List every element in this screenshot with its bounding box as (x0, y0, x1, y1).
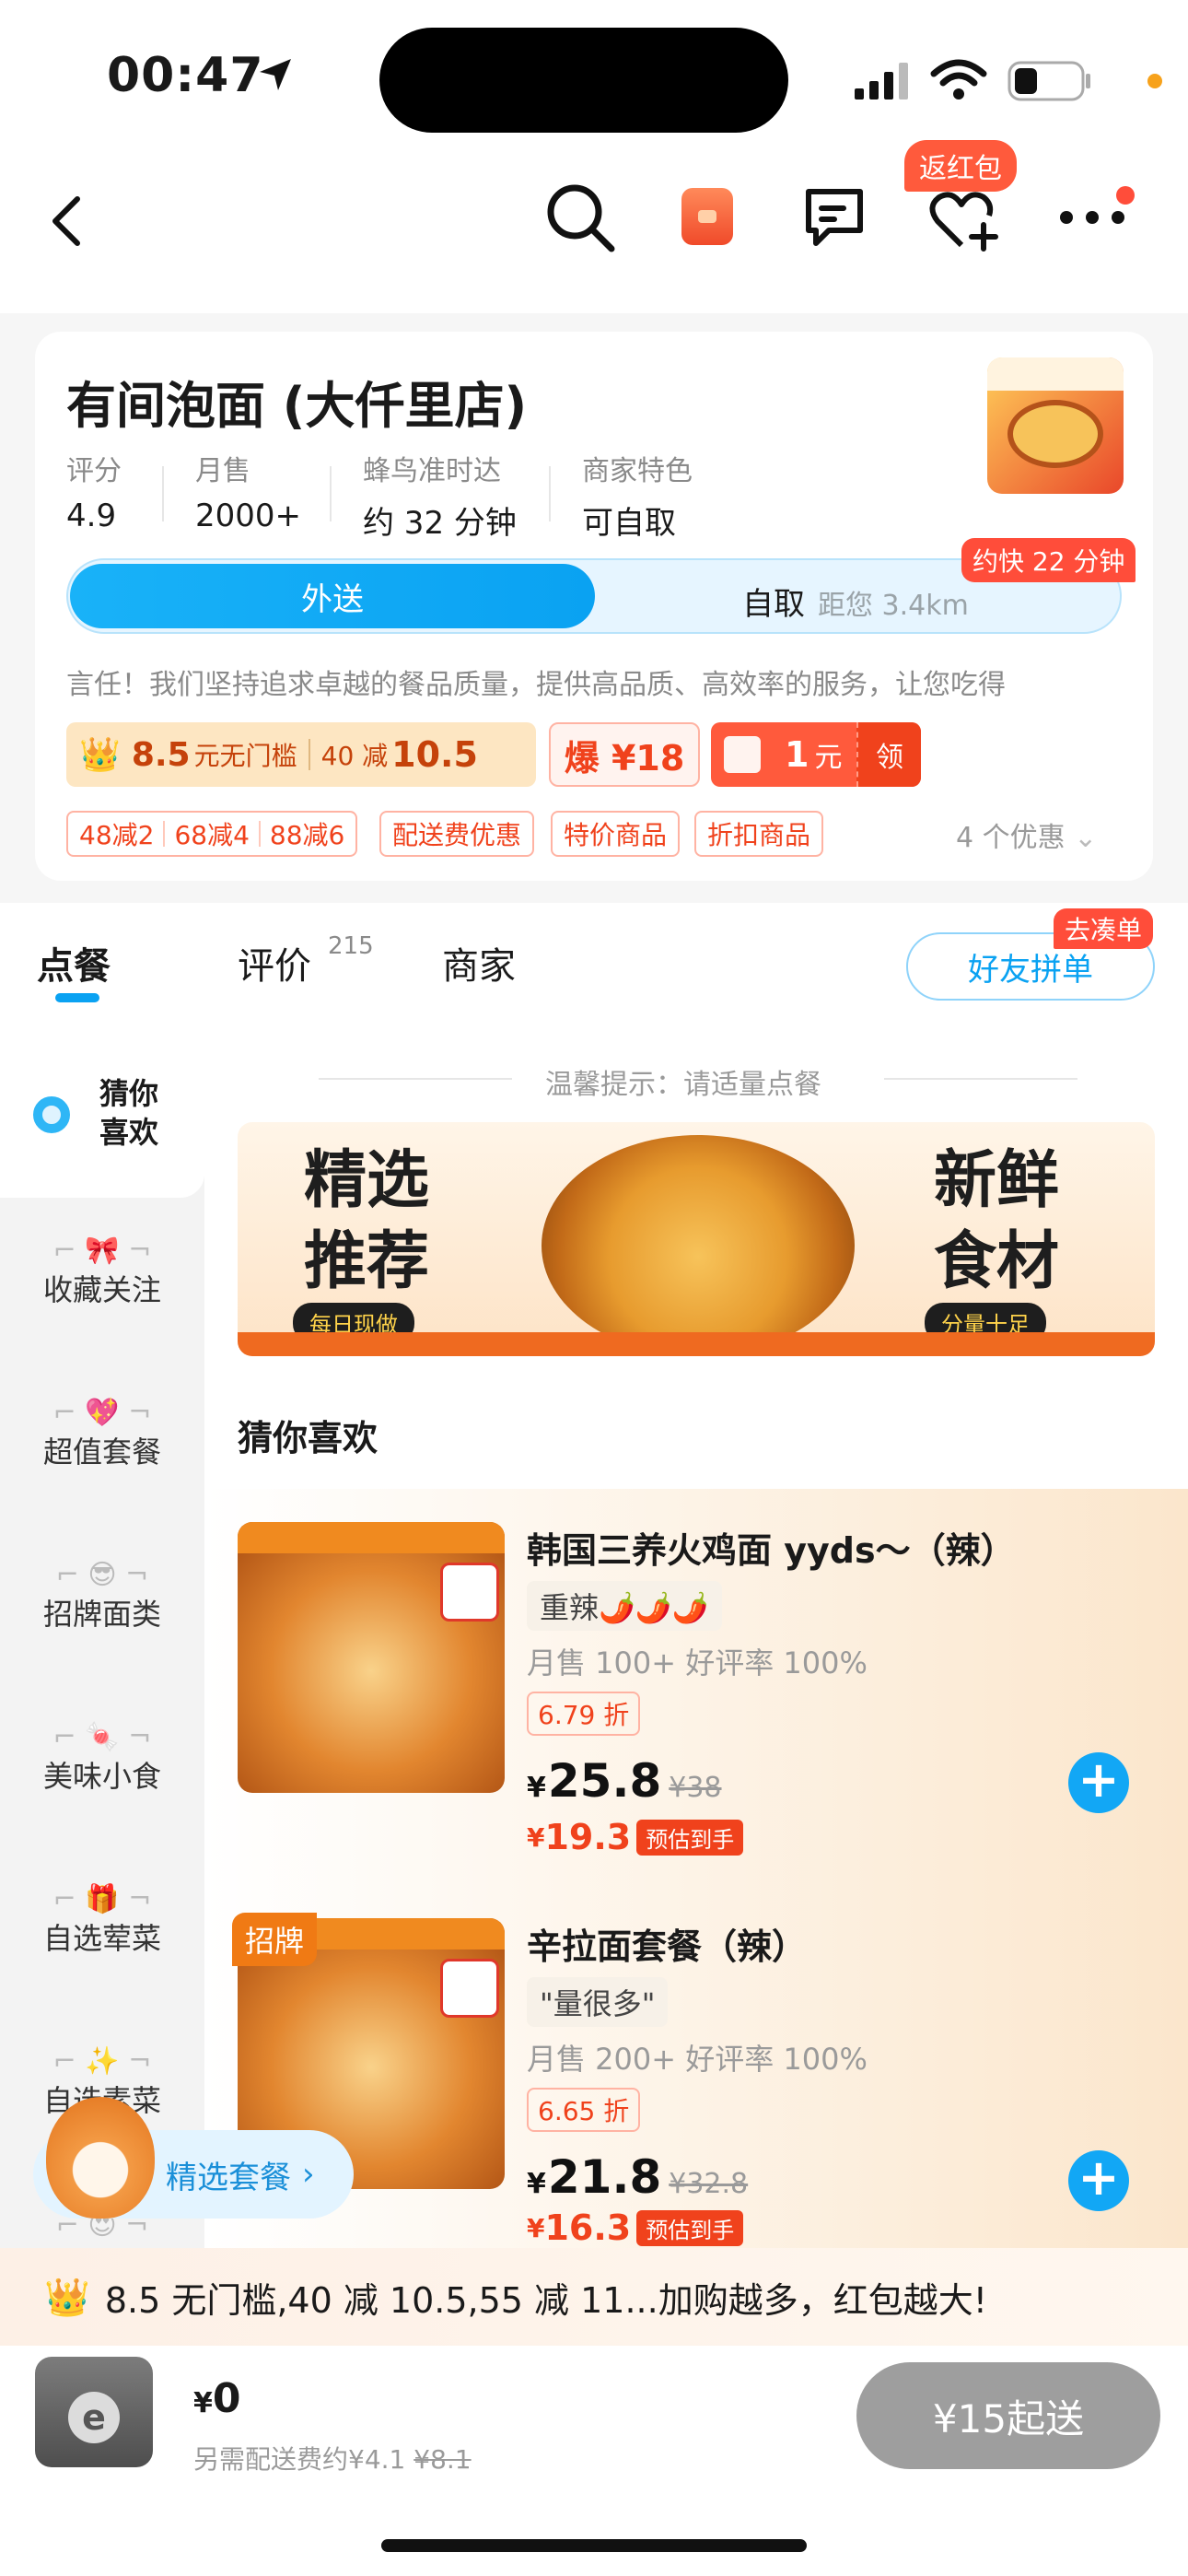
stat-feature: 商家特色 可自取 (582, 455, 693, 542)
sidebar-item-guess[interactable]: 猜你喜欢 (99, 1074, 173, 1152)
sidebar-item-meat[interactable]: ⌐ 🎁 ¬ 自选荤菜 (0, 1883, 204, 1958)
product-est-price: ¥19.3 预估到手 (527, 1817, 744, 1857)
product-name[interactable]: 韩国三养火鸡面 yyds～（辣） (527, 1522, 1016, 1573)
favorite-icon[interactable] (928, 188, 1000, 252)
faster-tag: 约快 22 分钟 (961, 538, 1136, 582)
cart-icon[interactable]: e (35, 2357, 153, 2467)
more-icon[interactable] (1057, 208, 1127, 227)
sidebar-item-favorites[interactable]: ⌐ 🎀 ¬ 收藏关注 (0, 1235, 204, 1309)
signal-icon (855, 63, 908, 100)
shop-slogan: 言任！我们坚持追求卓越的餐品质量，提供高品质、高效率的服务，让您吃得 (66, 669, 1006, 701)
tab-indicator (55, 993, 99, 1002)
dynamic-island (379, 28, 788, 133)
pickup-distance: 距您 3.4km (818, 590, 969, 622)
home-indicator (381, 2539, 807, 2552)
go-tag: 去凑单 (1054, 908, 1154, 949)
product-note: "量很多" (527, 1977, 669, 2027)
promo-tag[interactable]: 配送费优惠 (379, 811, 535, 857)
gift-icon: ⌐ 🎁 ¬ (52, 1883, 152, 1915)
stat-divider (549, 466, 551, 521)
sparkle-icon: ⌐ ✨ ¬ (52, 2045, 152, 2078)
shop-logo[interactable] (987, 357, 1124, 494)
delivery-tab[interactable]: 外送 (70, 564, 595, 628)
combo-shortcut[interactable]: 精选套餐 › (33, 2097, 354, 2219)
tip-text: 温馨提示：请适量点餐 (545, 1069, 821, 1101)
product-image[interactable] (238, 1522, 505, 1793)
back-icon[interactable] (46, 193, 87, 249)
search-icon[interactable] (543, 181, 617, 254)
product-sales: 月售 100+ 好评率 100% (527, 1645, 868, 1680)
product-price: ¥25.8 ¥38 (527, 1754, 722, 1808)
location-icon (260, 59, 291, 90)
battery-icon (1007, 61, 1090, 101)
reviews-count: 215 (328, 932, 374, 960)
tip-divider (319, 1078, 512, 1080)
shop-name: 有间泡面 (大仟里店) (66, 377, 528, 435)
signature-badge: 招牌 (232, 1913, 318, 1966)
member-coupon[interactable]: 👑 8.5 元无门槛 40 减 10.5 (66, 722, 536, 787)
tab-merchant[interactable]: 商家 (442, 936, 516, 989)
sunglasses-icon: ⌐ 😎 ¬ (55, 1559, 149, 1591)
pickup-tab[interactable]: 自取 距您 3.4km (742, 579, 969, 624)
mascot-icon (46, 2097, 155, 2219)
noodle-pot-image (542, 1135, 855, 1356)
min-order-button[interactable]: ¥15起送 (856, 2362, 1160, 2469)
tip-divider (884, 1078, 1077, 1080)
cart-total: ¥0 (193, 2375, 241, 2422)
product-discount: 6.65 折 (527, 2088, 641, 2132)
candy-icon: ⌐ 🍬 ¬ (52, 1721, 152, 1753)
stat-divider (330, 466, 332, 521)
hot-coupon[interactable]: 爆 ¥18 (549, 722, 700, 787)
message-icon[interactable] (801, 184, 868, 251)
tab-order[interactable]: 点餐 (37, 936, 111, 989)
chevron-down-icon: ⌄ (1074, 822, 1098, 854)
product-est-price: ¥16.3 预估到手 (527, 2207, 744, 2248)
sidebar-item-combo[interactable]: ⌐ 💖 ¬ 超值套餐 (0, 1397, 204, 1471)
banner-right-text: 新鲜 食材 (934, 1144, 1060, 1298)
red-packet-icon[interactable] (681, 188, 733, 245)
promo-tag[interactable]: 特价商品 (551, 811, 681, 857)
sidebar-item-noodles[interactable]: ⌐ 😎 ¬ 招牌面类 (0, 1559, 204, 1633)
sidebar-item-snacks[interactable]: ⌐ 🍬 ¬ 美味小食 (0, 1721, 204, 1796)
claim-button[interactable]: 领 (856, 722, 921, 787)
discount-tag-group[interactable]: 48减2 68减4 88减6 (66, 811, 358, 857)
section-title: 猜你喜欢 (238, 1418, 379, 1458)
cash-coupon[interactable]: 1 元 领 (711, 722, 921, 787)
stat-rating: 评分 4.9 (66, 455, 122, 534)
promo-tag[interactable]: 折扣商品 (694, 811, 824, 857)
bow-icon: ⌐ 🎀 ¬ (52, 1235, 152, 1267)
banner-left-text: 精选 推荐 (304, 1144, 430, 1298)
recording-dot (1147, 74, 1162, 88)
promo-bar: 👑 8.5 无门槛,40 减 10.5,55 减 11...加购越多，红包越大! (0, 2248, 1188, 2346)
stat-divider (162, 466, 164, 521)
crown-icon: 👑 (44, 2276, 90, 2319)
status-time: 00:47 (107, 48, 264, 103)
promo-banner[interactable]: 精选 推荐 每日现做 新鲜 食材 分量十足 (238, 1122, 1155, 1356)
chevron-right-icon: › (302, 2156, 315, 2193)
add-to-cart-button[interactable]: + (1068, 1752, 1129, 1813)
stat-delivery-time: 蜂鸟准时达约 32 分钟 (363, 455, 517, 542)
heart-icon: ⌐ 💖 ¬ (52, 1397, 152, 1429)
stat-monthly-sales: 月售 2000+ (195, 455, 302, 534)
product-price: ¥21.8 ¥32.8 (527, 2150, 749, 2204)
notification-dot (1116, 186, 1135, 205)
tab-reviews[interactable]: 评价 (238, 936, 311, 989)
promo-count[interactable]: 4 个优惠 ⌄ (956, 814, 1097, 855)
add-to-cart-button[interactable]: + (1068, 2150, 1129, 2211)
gift-icon (724, 736, 761, 773)
hongbao-tag: 返红包 (904, 140, 1017, 192)
wifi-icon (930, 59, 987, 100)
active-dot-icon (33, 1096, 70, 1133)
crown-icon: 👑 (79, 736, 121, 774)
product-sales: 月售 200+ 好评率 100% (527, 2042, 868, 2077)
delivery-fee: 另需配送费约¥4.1 ¥8.1 (193, 2444, 472, 2475)
product-note: 重辣🌶️🌶️🌶️ (527, 1581, 722, 1631)
product-name[interactable]: 辛拉面套餐（辣） (527, 1918, 807, 1969)
product-discount: 6.79 折 (527, 1692, 641, 1736)
